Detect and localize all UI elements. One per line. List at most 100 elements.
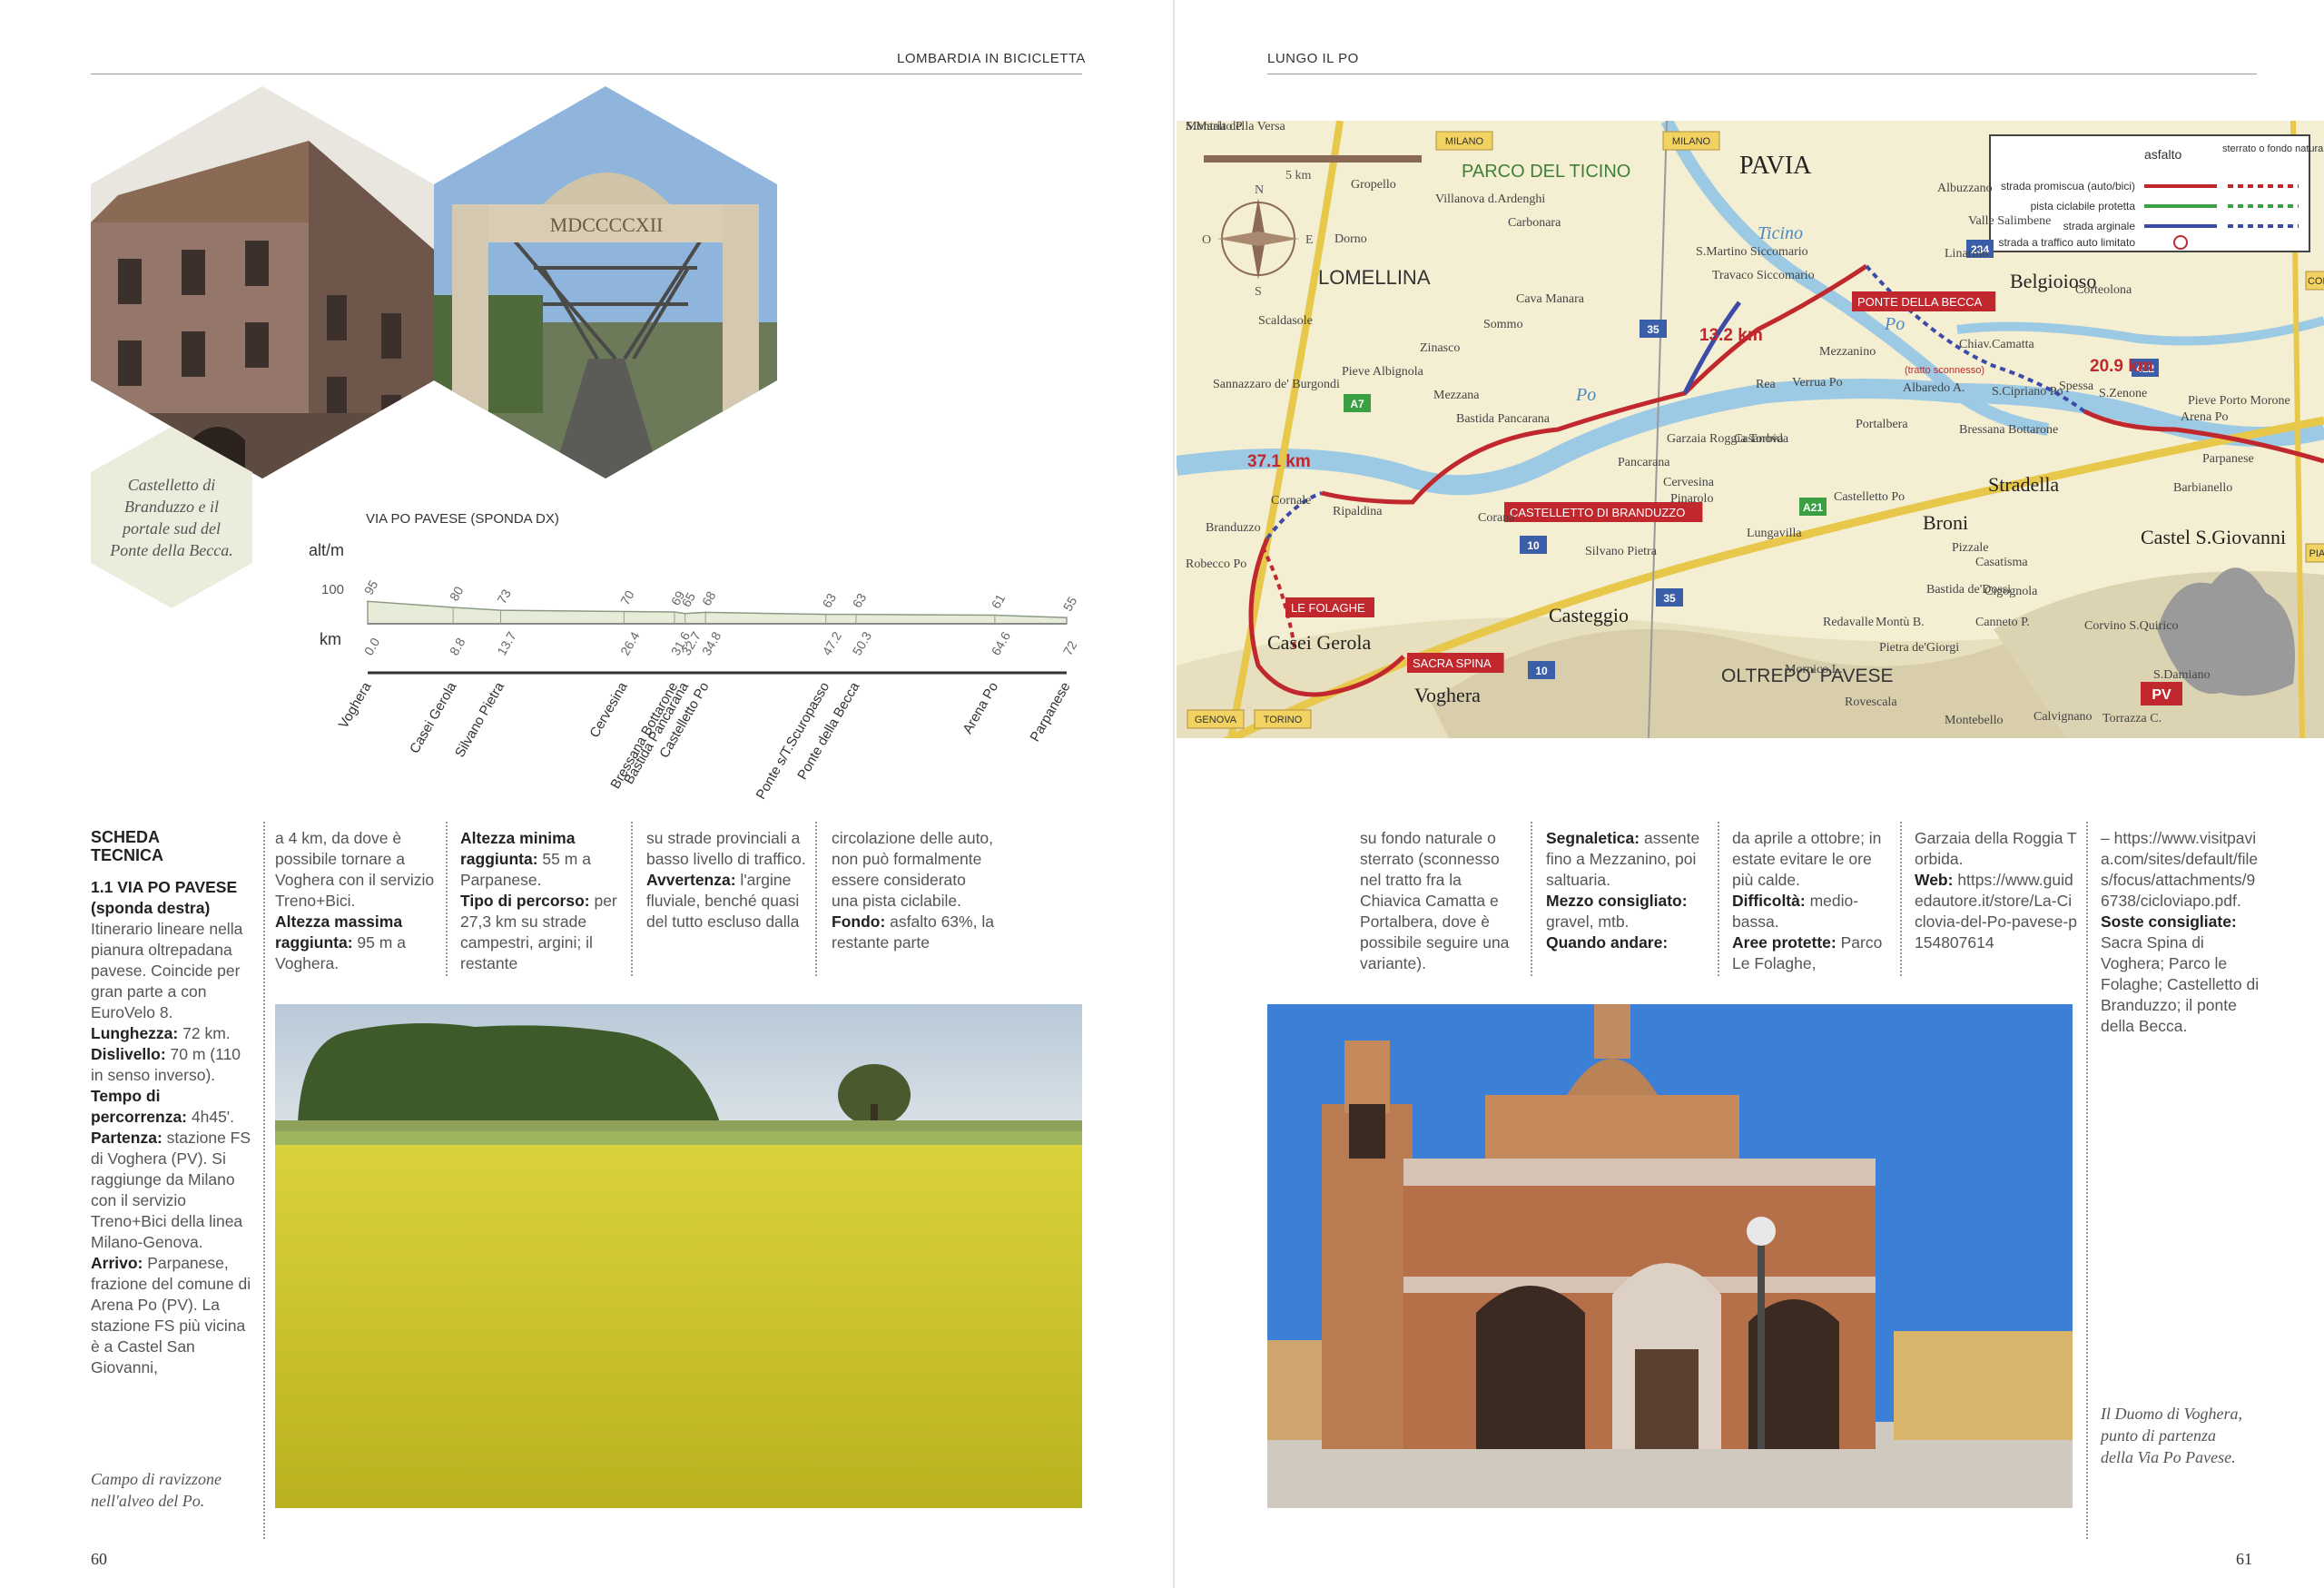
col4-text: su strade provinciali a basso livello di… bbox=[646, 829, 806, 868]
tempo-value: 4h45'. bbox=[187, 1108, 235, 1126]
profile-km-label: 47.2 bbox=[820, 629, 845, 658]
map-town-label: Carbonara bbox=[1508, 216, 1561, 230]
scheda-column-5: circolazione delle auto, non può formalm… bbox=[832, 828, 995, 953]
scheda-column-9: Garzaia della Roggia Torbida. Web: https… bbox=[1915, 828, 2078, 953]
map-town-label-major: Castel S.Giovanni bbox=[2141, 526, 2286, 548]
profile-place-label: Parpanese bbox=[1027, 680, 1073, 745]
map-town-label-major: PAVIA bbox=[1739, 152, 1812, 180]
scheda-heading: SCHEDA TECNICA bbox=[91, 828, 163, 864]
map-river-label: Po bbox=[1884, 314, 1905, 334]
map-poi-label: PONTE DELLA BECCA bbox=[1857, 295, 1983, 309]
map-road-number: 10 bbox=[1527, 539, 1540, 552]
legend-col-sterrato: sterrato o fondo naturale bbox=[2222, 143, 2324, 154]
avvertenza-label: Avvertenza: bbox=[646, 871, 736, 889]
compass-e: E bbox=[1305, 233, 1314, 247]
tipo-label: Tipo di percorso: bbox=[460, 892, 590, 910]
map-town-label-major: Voghera bbox=[1414, 684, 1481, 706]
map-road-number: 35 bbox=[1663, 592, 1676, 605]
running-head-right: LUNGO IL PO bbox=[1267, 51, 1359, 66]
map-poi-label: SACRA SPINA bbox=[1413, 656, 1492, 670]
map-town-label: Calvignano bbox=[2034, 710, 2093, 724]
photo-caption: Castelletto di Branduzzo e il portale su… bbox=[110, 476, 233, 559]
map-edge-label: MILANO bbox=[1445, 136, 1484, 147]
map-town-label: Rea bbox=[1756, 378, 1777, 391]
aree-label: Aree protette: bbox=[1732, 933, 1837, 952]
map-town-label: S.Martino Siccomario bbox=[1696, 245, 1808, 259]
map-town-label: Canneto P. bbox=[1975, 616, 2030, 629]
map-town-label: Pieve Albignola bbox=[1342, 365, 1424, 379]
mezzo-value: gravel, mtb. bbox=[1546, 912, 1630, 931]
fondo-label: Fondo: bbox=[832, 912, 886, 931]
map-town-label: S.Zenone bbox=[2099, 387, 2147, 400]
dislivello-label: Dislivello: bbox=[91, 1045, 166, 1063]
map-town-label: Bressana Bottarone bbox=[1959, 423, 2058, 437]
profile-km-label: 26.4 bbox=[617, 629, 643, 658]
col9-text: Garzaia della Roggia Torbida. bbox=[1915, 829, 2077, 868]
map-town-label: Spessa bbox=[2059, 380, 2094, 393]
profile-place-label: Silvano Pietra bbox=[452, 679, 507, 760]
lunghezza-value: 72 km. bbox=[178, 1024, 231, 1042]
map-town-label: S.Damiano bbox=[2153, 668, 2211, 682]
col2-text: a 4 km, da dove è possibile tornare a Vo… bbox=[275, 829, 435, 910]
map-town-label: Montebello bbox=[1945, 714, 2004, 727]
profile-alt-label: 73 bbox=[494, 587, 514, 607]
profile-alt-label: 61 bbox=[989, 591, 1009, 611]
profile-km-label: 72 bbox=[1060, 638, 1080, 658]
legend-row-label: pista ciclabile protetta bbox=[2031, 200, 2136, 212]
route-intro: Itinerario lineare nella pianura oltrepa… bbox=[91, 920, 243, 1021]
profile-km-label: 64.6 bbox=[989, 629, 1014, 658]
map-region-label: LOMELLINA bbox=[1318, 266, 1431, 289]
map-town-label: Mornico L. bbox=[1785, 663, 1843, 676]
scheda-column-4: su strade provinciali a basso livello di… bbox=[646, 828, 810, 932]
difficolta-label: Difficoltà: bbox=[1732, 892, 1806, 910]
map-town-label: Corteolona bbox=[2075, 283, 2132, 297]
map-town-label: Branduzzo bbox=[1206, 521, 1261, 535]
profile-place-label: Arena Po bbox=[960, 680, 1001, 737]
scheda-column-2: a 4 km, da dove è possibile tornare a Vo… bbox=[275, 828, 437, 974]
ponte-becca-photo: MDCCCCXII bbox=[434, 86, 777, 478]
castelletto-photo bbox=[91, 86, 434, 478]
profile-km-label: 50.3 bbox=[850, 629, 875, 658]
map-town-label: Cervesina bbox=[1663, 476, 1715, 489]
page-number-right: 61 bbox=[2236, 1550, 2252, 1568]
profile-area bbox=[367, 600, 1068, 625]
region-badge: PV bbox=[2152, 687, 2171, 703]
arrivo-label: Arrivo: bbox=[91, 1254, 143, 1272]
compass-o: O bbox=[1202, 233, 1211, 247]
map-scale: 5 km bbox=[1285, 169, 1312, 182]
map-town-label: Zinasco bbox=[1420, 341, 1460, 355]
col8-text: da aprile a ottobre; in estate evitare l… bbox=[1732, 829, 1882, 889]
profile-km-label: 34.8 bbox=[699, 629, 724, 658]
profile-alt-label: 63 bbox=[850, 590, 870, 610]
map-town-label: Sommo bbox=[1483, 318, 1523, 331]
profile-km-label: 8.8 bbox=[447, 635, 468, 657]
map-town-label: Pancarana bbox=[1618, 456, 1670, 469]
visitpavia-link[interactable]: – https://www.visitpavia.com/sites/defau… bbox=[2101, 829, 2258, 910]
profile-place-label: Cervesina bbox=[586, 679, 631, 741]
map-town-label: Parpanese bbox=[2202, 452, 2254, 466]
map-edge-label: MILANO bbox=[1672, 136, 1711, 147]
map-town-label: Rovescala bbox=[1845, 695, 1897, 709]
map-town-label: Villanova d.Ardenghi bbox=[1435, 192, 1545, 206]
column-divider bbox=[1900, 822, 1902, 976]
scheda-column-8: da aprile a ottobre; in estate evitare l… bbox=[1732, 828, 1896, 974]
scheda-column-3: Altezza minima raggiunta: 55 m a Parpane… bbox=[460, 828, 633, 974]
map-poi-label: CASTELLETTO DI BRANDUZZO bbox=[1510, 506, 1685, 519]
map-edge-label: GENOVA bbox=[1195, 715, 1237, 725]
map-town-label: S.Cipriano Po bbox=[1992, 385, 2063, 399]
map-town-label: Albuzzano bbox=[1937, 182, 1993, 195]
compass-n: N bbox=[1255, 183, 1264, 197]
map-road-number: A21 bbox=[1803, 501, 1823, 514]
map-town-label: Corana bbox=[1478, 511, 1515, 525]
map-edge-label: PIACENZA bbox=[2309, 548, 2324, 559]
map-town-label: Pieve Porto Morone bbox=[2188, 394, 2290, 408]
map-town-label: Linarolo bbox=[1945, 247, 1988, 261]
profile-km-label: 13.7 bbox=[494, 629, 519, 658]
web-label: Web: bbox=[1915, 871, 1954, 889]
map-town-label: Valle Salimbene bbox=[1968, 214, 2051, 228]
lunghezza-label: Lunghezza: bbox=[91, 1024, 179, 1042]
running-head-left: LOMBARDIA IN BICICLETTA bbox=[897, 51, 1086, 66]
legend-row-label: strada arginale bbox=[2063, 220, 2136, 232]
map-town-label: Cava Manara bbox=[1516, 292, 1585, 306]
map-town-label: Pizzale bbox=[1952, 541, 1988, 555]
